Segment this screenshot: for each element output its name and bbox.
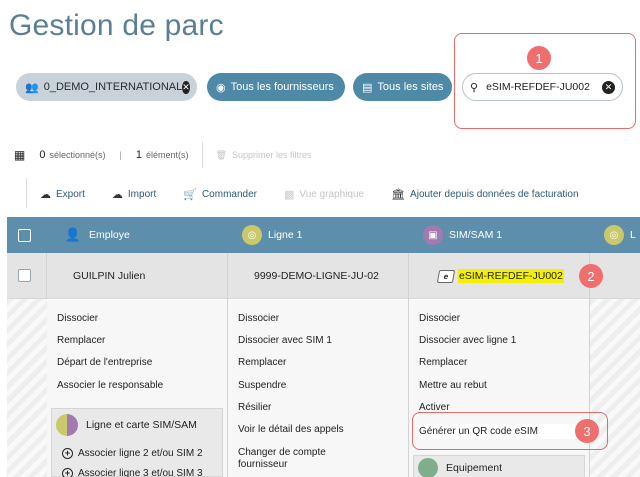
menu-item-associer-ligne-3[interactable]: + Associer ligne 3 et/ou SIM 3 bbox=[62, 468, 203, 477]
table-header: 👤 Employe ◎ Ligne 1 ▣ SIM/SAM 1 ◎ L bbox=[7, 217, 640, 253]
esim-icon: e bbox=[436, 269, 456, 283]
menu-item-resilier[interactable]: Résilier bbox=[238, 402, 271, 413]
menu-item-dissocier-sim[interactable]: Dissocier avec SIM 1 bbox=[238, 335, 332, 346]
row-checkbox[interactable] bbox=[18, 269, 31, 282]
equipement-submenu: Equipement bbox=[413, 455, 585, 477]
sim-card-icon: ▣ bbox=[423, 225, 443, 245]
menu-item-remplacer[interactable]: Remplacer bbox=[57, 335, 105, 346]
selection-separator: | bbox=[119, 150, 122, 160]
column-ligne[interactable]: ◎ Ligne 1 bbox=[242, 217, 302, 253]
divider bbox=[26, 178, 27, 208]
vue-graphique-label: Vue graphique bbox=[299, 188, 365, 200]
menu-item-associer-ligne-2[interactable]: + Associer ligne 2 et/ou SIM 2 bbox=[62, 448, 203, 459]
column-employe[interactable]: 👤 Employe bbox=[63, 217, 130, 253]
ajouter-facturation-button[interactable]: 🏛 Ajouter depuis données de facturation bbox=[391, 188, 578, 201]
cloud-download-icon: ☁ bbox=[111, 188, 123, 201]
menu-item-dissocier[interactable]: Dissocier bbox=[419, 313, 460, 324]
org-filter-label: 0_DEMO_INTERNATIONAL bbox=[43, 81, 183, 93]
chart-icon: ▩ bbox=[283, 188, 295, 201]
sites-filter-chip[interactable]: ▤ Tous les sites bbox=[353, 73, 452, 101]
equipement-title: Equipement bbox=[446, 462, 503, 474]
menu-item-mettre-rebut[interactable]: Mettre au rebut bbox=[419, 380, 487, 391]
org-filter-chip[interactable]: 👥 0_DEMO_INTERNATIONAL ✕ bbox=[16, 73, 197, 101]
building-icon: ▤ bbox=[362, 81, 373, 94]
selected-count: 0 bbox=[39, 149, 46, 161]
employe-cell[interactable]: GUILPIN Julien bbox=[73, 253, 145, 299]
toolbar: ☁ Export ☁ Import 🛒 Commander ▩ Vue graphiqu… bbox=[26, 178, 606, 208]
plus-icon: + bbox=[62, 468, 73, 477]
divider bbox=[202, 142, 204, 168]
element-label: élément(s) bbox=[145, 150, 189, 160]
ligne-action-menu: Dissocier Dissocier avec SIM 1 Remplacer… bbox=[228, 300, 408, 477]
menu-item-dissocier[interactable]: Dissocier bbox=[238, 313, 279, 324]
export-label: Export bbox=[56, 188, 85, 200]
person-icon: 👤 bbox=[64, 227, 82, 242]
menu-item-remplacer[interactable]: Remplacer bbox=[419, 357, 467, 368]
column-sim-label: SIM/SAM 1 bbox=[449, 229, 503, 241]
menu-item-depart[interactable]: Départ de l'entreprise bbox=[57, 357, 152, 368]
associer-ligne-2-label: Associer ligne 2 et/ou SIM 2 bbox=[78, 448, 203, 459]
table-row[interactable]: GUILPIN Julien 9999-DEMO-LIGNE-JU-02 e e… bbox=[7, 253, 640, 299]
equipement-icon bbox=[418, 458, 438, 477]
grid-icon[interactable]: ▦ bbox=[14, 148, 25, 162]
menu-item-detail-appels[interactable]: Voir le détail des appels bbox=[238, 424, 344, 435]
ligne-sim-icon bbox=[56, 414, 78, 436]
import-button[interactable]: ☁ Import bbox=[112, 188, 156, 201]
sim-value: eSIM-REFDEF-JU002 bbox=[458, 269, 564, 283]
menu-item-associer-responsable[interactable]: Associer le responsable bbox=[57, 380, 163, 391]
broadcast-icon: ◉ bbox=[216, 81, 226, 94]
element-count: 1 bbox=[135, 149, 142, 161]
ligne-icon: ◎ bbox=[242, 225, 262, 245]
fournisseurs-filter-label: Tous les fournisseurs bbox=[230, 81, 334, 93]
selection-bar: ▦ 0 sélectionné(s) | 1 élément(s) 🗑 Supp… bbox=[14, 142, 312, 168]
submenu-title: Ligne et carte SIM/SAM bbox=[86, 419, 197, 431]
bank-icon: 🏛 bbox=[391, 188, 406, 201]
fournisseurs-filter-chip[interactable]: ◉ Tous les fournisseurs bbox=[207, 73, 345, 101]
sites-filter-label: Tous les sites bbox=[377, 81, 444, 93]
ligne-sim-submenu: Ligne et carte SIM/SAM + Associer ligne 2… bbox=[51, 408, 223, 477]
cloud-upload-icon: ☁ bbox=[40, 188, 51, 201]
column-ligne-label: Ligne 1 bbox=[268, 229, 303, 241]
ligne-cell[interactable]: 9999-DEMO-LIGNE-JU-02 bbox=[254, 253, 379, 299]
ajouter-label: Ajouter depuis données de facturation bbox=[410, 188, 579, 200]
cart-icon: 🛒 bbox=[183, 188, 197, 201]
commander-button[interactable]: 🛒 Commander bbox=[183, 188, 257, 201]
ligne-icon: ◎ bbox=[604, 225, 624, 245]
plus-icon: + bbox=[62, 448, 73, 459]
menu-item-dissocier[interactable]: Dissocier bbox=[57, 313, 98, 324]
callout-badge-1: 1 bbox=[527, 46, 551, 70]
column-sim[interactable]: ▣ SIM/SAM 1 bbox=[423, 217, 502, 253]
commander-label: Commander bbox=[201, 188, 257, 200]
import-label: Import bbox=[127, 188, 157, 200]
clear-org-icon[interactable]: ✕ bbox=[182, 80, 190, 94]
column-employe-label: Employe bbox=[89, 229, 130, 241]
selected-label: sélectionné(s) bbox=[49, 150, 106, 160]
clear-filters-button[interactable]: Supprimer les filtres bbox=[232, 150, 312, 160]
hatch-area bbox=[590, 299, 640, 477]
column-partial[interactable]: ◎ L bbox=[604, 217, 636, 253]
export-button[interactable]: ☁ Export bbox=[40, 188, 85, 201]
employe-action-menu: Dissocier Remplacer Départ de l'entrepri… bbox=[47, 300, 227, 477]
callout-badge-2: 2 bbox=[579, 264, 603, 288]
menu-item-changer-compte[interactable]: Changer de compte fournisseur bbox=[238, 447, 348, 471]
menu-item-remplacer[interactable]: Remplacer bbox=[238, 357, 286, 368]
hatch-area bbox=[7, 299, 47, 477]
menu-item-suspendre[interactable]: Suspendre bbox=[238, 380, 286, 391]
callout-badge-3: 3 bbox=[575, 419, 599, 443]
trash-icon: 🗑 bbox=[215, 149, 227, 160]
column-partial-label: L bbox=[630, 229, 636, 241]
page-title: Gestion de parc bbox=[9, 9, 224, 42]
select-all-checkbox[interactable] bbox=[18, 228, 31, 242]
vue-graphique-button[interactable]: ▩ Vue graphique bbox=[284, 188, 364, 201]
associer-ligne-3-label: Associer ligne 3 et/ou SIM 3 bbox=[78, 468, 203, 477]
sim-cell[interactable]: e eSIM-REFDEF-JU002 bbox=[436, 253, 564, 299]
sim-action-menu: Dissocier Dissocier avec ligne 1 Remplac… bbox=[409, 300, 589, 477]
people-icon: 👥 bbox=[25, 81, 39, 94]
menu-item-dissocier-ligne[interactable]: Dissocier avec ligne 1 bbox=[419, 335, 516, 346]
